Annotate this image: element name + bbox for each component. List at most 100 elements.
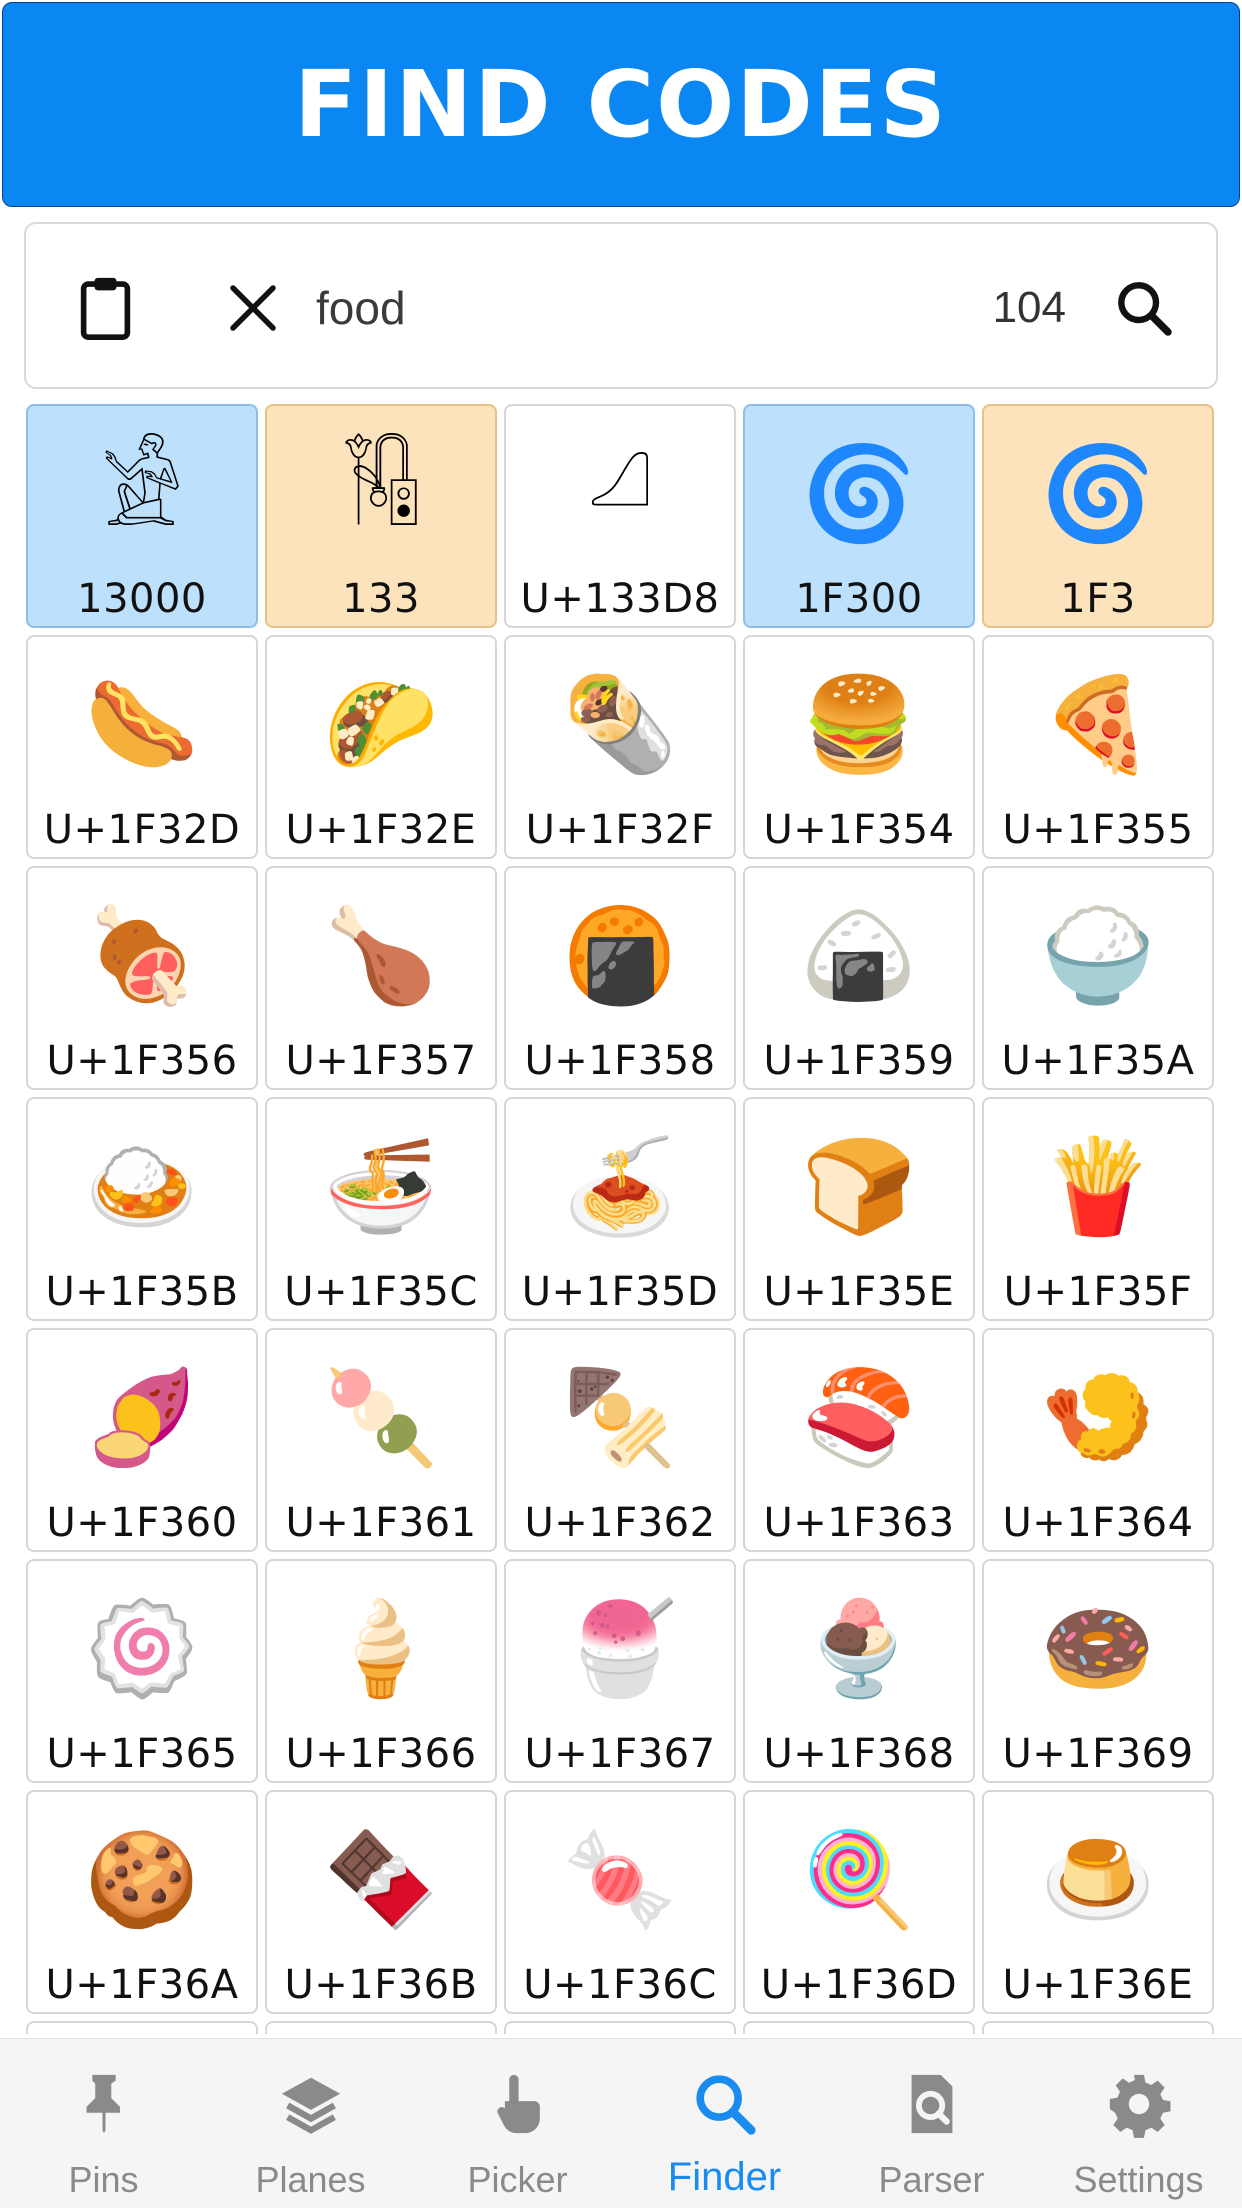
layers-icon bbox=[276, 2069, 346, 2143]
cooked-rice-icon: 🍚 bbox=[1040, 902, 1156, 1009]
result-code: U+1F361 bbox=[285, 1500, 477, 1546]
result-cell[interactable]: 🍨 U+1F368 bbox=[743, 1559, 975, 1783]
result-code: U+1F359 bbox=[763, 1038, 955, 1084]
tab-finder[interactable]: Finder bbox=[621, 2039, 828, 2208]
custard-icon: 🍮 bbox=[1040, 1826, 1156, 1933]
tab-label: Settings bbox=[1073, 2159, 1204, 2200]
tab-pins[interactable]: Pins bbox=[0, 2039, 207, 2208]
search-icon bbox=[690, 2069, 760, 2143]
result-code: U+1F36B bbox=[284, 1962, 478, 2008]
search-bar: food 104 bbox=[24, 222, 1218, 389]
result-cell[interactable]: 🍖 U+1F356 bbox=[26, 866, 258, 1090]
result-cell[interactable]: 🍩 U+1F369 bbox=[982, 1559, 1214, 1783]
result-cell[interactable]: 🍘 U+1F358 bbox=[504, 866, 736, 1090]
result-code: U+1F32F bbox=[525, 807, 715, 853]
result-cell[interactable]: 🍮 U+1F36E bbox=[982, 1790, 1214, 2014]
result-cell[interactable]: 🍭 U+1F36D bbox=[743, 1790, 975, 2014]
result-cell[interactable]: 🍣 U+1F363 bbox=[743, 1328, 975, 1552]
result-cell[interactable] bbox=[265, 2021, 497, 2034]
result-cell[interactable]: 🍕 U+1F355 bbox=[982, 635, 1214, 859]
burrito-icon: 🌯 bbox=[562, 671, 678, 778]
result-code: U+1F36C bbox=[523, 1962, 717, 2008]
candy-icon: 🍬 bbox=[562, 1826, 678, 1933]
result-code: U+1F365 bbox=[46, 1731, 238, 1777]
tab-picker[interactable]: Picker bbox=[414, 2039, 621, 2208]
result-cell[interactable] bbox=[743, 2021, 975, 2034]
result-cell[interactable]: 🍝 U+1F35D bbox=[504, 1097, 736, 1321]
result-code: U+1F354 bbox=[763, 807, 955, 853]
egyptian-loaf-icon: 𓏘 bbox=[587, 440, 653, 547]
result-cell[interactable]: 🍠 U+1F360 bbox=[26, 1328, 258, 1552]
result-cell[interactable]: 🍞 U+1F35E bbox=[743, 1097, 975, 1321]
result-code: U+1F32D bbox=[43, 807, 241, 853]
result-cell[interactable]: 🍢 U+1F362 bbox=[504, 1328, 736, 1552]
result-cell[interactable] bbox=[26, 2021, 258, 2034]
result-code: U+1F35F bbox=[1003, 1269, 1193, 1315]
result-cell[interactable]: 🍟 U+1F35F bbox=[982, 1097, 1214, 1321]
tab-settings[interactable]: Settings bbox=[1035, 2039, 1242, 2208]
result-code: U+1F35C bbox=[284, 1269, 478, 1315]
result-cell[interactable]: 🍚 U+1F35A bbox=[982, 866, 1214, 1090]
tab-bar: Pins Planes Picker Finder Parser Settings bbox=[0, 2038, 1242, 2208]
result-cell[interactable]: 🍛 U+1F35B bbox=[26, 1097, 258, 1321]
tab-label: Parser bbox=[878, 2159, 985, 2200]
tab-planes[interactable]: Planes bbox=[207, 2039, 414, 2208]
hot-dog-icon: 🌭 bbox=[84, 671, 200, 778]
result-cell[interactable]: 🍦 U+1F366 bbox=[265, 1559, 497, 1783]
tab-label: Finder bbox=[667, 2155, 782, 2199]
tab-parser[interactable]: Parser bbox=[828, 2039, 1035, 2208]
result-cell[interactable]: 𓏟 133 bbox=[265, 404, 497, 628]
result-code: U+1F356 bbox=[46, 1038, 238, 1084]
app-root: FIND CODES food 104 𓀀 13000 𓏟 133 𓏘 U+133D8 🌀 1… bbox=[0, 0, 1242, 2208]
rice-ball-icon: 🍙 bbox=[801, 902, 917, 1009]
header-bar: FIND CODES bbox=[2, 2, 1240, 207]
result-code: U+1F369 bbox=[1002, 1731, 1194, 1777]
sushi-icon: 🍣 bbox=[801, 1364, 917, 1471]
result-cell[interactable]: 🍙 U+1F359 bbox=[743, 866, 975, 1090]
result-cell[interactable]: 🌀 1F3 bbox=[982, 404, 1214, 628]
page-title: FIND CODES bbox=[294, 51, 948, 158]
result-code: U+1F366 bbox=[285, 1731, 477, 1777]
result-cell[interactable]: 🍪 U+1F36A bbox=[26, 1790, 258, 2014]
result-cell[interactable]: 🍗 U+1F357 bbox=[265, 866, 497, 1090]
result-cell[interactable]: 🌯 U+1F32F bbox=[504, 635, 736, 859]
result-code: 1F300 bbox=[795, 576, 923, 622]
clipboard-icon[interactable] bbox=[68, 270, 143, 345]
result-code: U+1F367 bbox=[524, 1731, 716, 1777]
search-icon[interactable] bbox=[1112, 276, 1176, 340]
result-cell[interactable]: 🍜 U+1F35C bbox=[265, 1097, 497, 1321]
result-cell[interactable]: 🌭 U+1F32D bbox=[26, 635, 258, 859]
results-grid: 𓀀 13000 𓏟 133 𓏘 U+133D8 🌀 1F300 🌀 1F3 🌭 U+1F32D 🌮 U+1… bbox=[26, 404, 1218, 2034]
result-cell[interactable]: 🍔 U+1F354 bbox=[743, 635, 975, 859]
result-cell[interactable] bbox=[504, 2021, 736, 2034]
result-cell[interactable]: 🍧 U+1F367 bbox=[504, 1559, 736, 1783]
cyclone-icon: 🌀 bbox=[801, 440, 917, 547]
result-cell[interactable]: 🍥 U+1F365 bbox=[26, 1559, 258, 1783]
soft-ice-cream-icon: 🍦 bbox=[323, 1595, 439, 1702]
result-code: 1F3 bbox=[1060, 576, 1136, 622]
curry-rice-icon: 🍛 bbox=[84, 1133, 200, 1240]
search-input[interactable]: food bbox=[316, 268, 406, 348]
result-count: 104 bbox=[992, 283, 1066, 332]
cyclone-icon: 🌀 bbox=[1040, 440, 1156, 547]
result-code: U+1F360 bbox=[46, 1500, 238, 1546]
result-cell[interactable]: 🍡 U+1F361 bbox=[265, 1328, 497, 1552]
result-code: U+1F36A bbox=[45, 1962, 239, 2008]
result-cell[interactable]: 🍬 U+1F36C bbox=[504, 1790, 736, 2014]
result-code: U+1F364 bbox=[1002, 1500, 1194, 1546]
result-cell[interactable]: 𓀀 13000 bbox=[26, 404, 258, 628]
result-code: U+1F35A bbox=[1001, 1038, 1195, 1084]
gear-icon bbox=[1104, 2069, 1174, 2143]
egyptian-reed-icon: 𓏟 bbox=[340, 440, 422, 547]
result-cell[interactable] bbox=[982, 2021, 1214, 2034]
result-cell[interactable]: 𓏘 U+133D8 bbox=[504, 404, 736, 628]
result-code: U+1F32E bbox=[285, 807, 477, 853]
result-cell[interactable]: 🌮 U+1F32E bbox=[265, 635, 497, 859]
result-cell[interactable]: 🍤 U+1F364 bbox=[982, 1328, 1214, 1552]
fish-cake-icon: 🍥 bbox=[84, 1595, 200, 1702]
result-cell[interactable]: 🌀 1F300 bbox=[743, 404, 975, 628]
results-scroll[interactable]: 𓀀 13000 𓏟 133 𓏘 U+133D8 🌀 1F300 🌀 1F3 🌭 U+1F32D 🌮 U+1… bbox=[26, 404, 1218, 2034]
result-cell[interactable]: 🍫 U+1F36B bbox=[265, 1790, 497, 2014]
tab-label: Pins bbox=[68, 2159, 139, 2200]
clear-icon[interactable] bbox=[223, 278, 283, 338]
